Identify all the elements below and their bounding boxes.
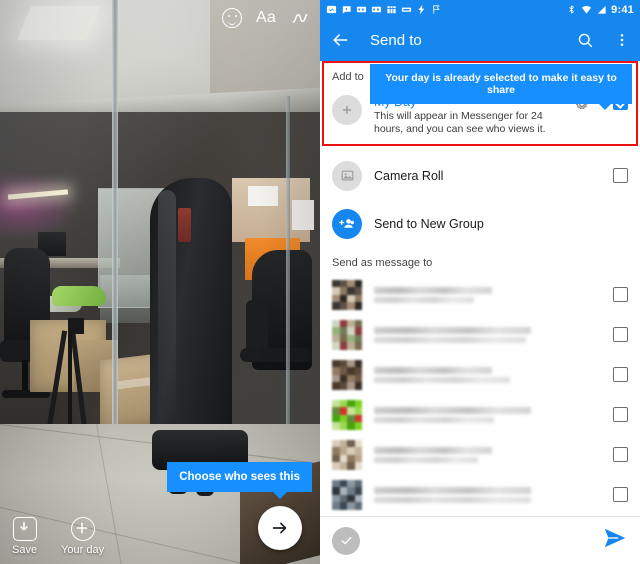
- search-icon[interactable]: [576, 31, 594, 49]
- my-day-subtitle: This will appear in Messenger for 24 hou…: [374, 110, 546, 136]
- your-day-label: Your day: [61, 544, 105, 556]
- camera-roll-checkbox[interactable]: [613, 168, 628, 184]
- contact-row[interactable]: [320, 475, 640, 515]
- camera-roll-title: Camera Roll: [374, 168, 444, 183]
- contact-checkbox[interactable]: [613, 327, 628, 343]
- battery-saver-icon: [401, 7, 412, 12]
- list-item-new-group[interactable]: Send to New Group: [320, 203, 640, 245]
- contact-name-blurred: [374, 364, 601, 386]
- back-arrow-icon[interactable]: [330, 30, 350, 50]
- avatar: [332, 479, 362, 510]
- page-title: Send to: [370, 31, 422, 49]
- sms-icon: [356, 6, 367, 13]
- done-button[interactable]: [332, 526, 360, 555]
- contact-row[interactable]: [320, 355, 640, 395]
- contact-name-blurred: [374, 404, 601, 426]
- your-day-callout: Your day is already selected to make it …: [370, 64, 632, 110]
- avatar: [332, 319, 362, 350]
- send-icon: [604, 528, 626, 548]
- sms-icon: [371, 6, 382, 13]
- flag-icon: [433, 5, 440, 14]
- avatar: [332, 399, 362, 430]
- contact-name-blurred: [374, 324, 601, 346]
- bottom-action-bar: [320, 516, 640, 564]
- avatar: [332, 439, 362, 470]
- photo-editor-preview: Aa Save Your day Choose who sees this: [0, 0, 320, 564]
- clock: 9:41: [611, 3, 634, 16]
- list-item-camera-roll[interactable]: Camera Roll: [320, 155, 640, 197]
- sticker-icon[interactable]: [222, 8, 243, 28]
- contact-checkbox[interactable]: [613, 447, 628, 463]
- calendar-icon: [387, 6, 396, 14]
- contact-list: [320, 275, 640, 555]
- contact-checkbox[interactable]: [613, 407, 628, 423]
- plus-circle-icon: [70, 517, 95, 541]
- check-icon: [340, 537, 352, 545]
- contact-name-blurred: [374, 444, 601, 466]
- app-bar: Send to: [320, 19, 640, 61]
- doodle-icon[interactable]: [290, 8, 310, 28]
- contact-row[interactable]: [320, 315, 640, 355]
- avatar: [332, 279, 362, 310]
- messenger-icon: [326, 5, 337, 14]
- add-people-icon: [332, 208, 362, 239]
- arrow-right-icon: [272, 522, 287, 534]
- save-label: Save: [12, 544, 38, 556]
- contact-checkbox[interactable]: [613, 367, 628, 383]
- bluetooth-icon: [569, 5, 574, 14]
- photo-bottom-actions: Save Your day: [12, 517, 104, 556]
- avatar: [332, 359, 362, 390]
- choose-who-sees-tooltip: Choose who sees this: [167, 462, 312, 499]
- photo-edit-toolbar: Aa: [222, 8, 310, 28]
- messenger-send-to-screen: 9:41 Send to Add to Your day is already …: [320, 0, 640, 564]
- overflow-menu-icon[interactable]: [614, 31, 630, 49]
- contact-row[interactable]: [320, 275, 640, 315]
- new-group-title: Send to New Group: [374, 216, 484, 231]
- flash-icon: [418, 4, 425, 15]
- screenshot-root: Aa Save Your day Choose who sees this 9:…: [0, 0, 640, 564]
- signal-icon: [598, 5, 606, 14]
- contact-row[interactable]: [320, 435, 640, 475]
- chat-icon: [342, 6, 351, 14]
- photo-icon: [332, 160, 362, 191]
- contact-row[interactable]: [320, 395, 640, 435]
- text-icon[interactable]: Aa: [256, 10, 276, 26]
- wifi-icon: [582, 5, 592, 14]
- plus-icon: [332, 95, 362, 125]
- send-button[interactable]: [602, 525, 628, 556]
- send-as-message-label: Send as message to: [332, 256, 433, 269]
- contact-checkbox[interactable]: [613, 487, 628, 503]
- recipient-list: Add to Your day is already selected to m…: [320, 61, 640, 564]
- contact-checkbox[interactable]: [613, 287, 628, 303]
- save-button[interactable]: Save: [12, 517, 37, 556]
- status-bar: 9:41: [320, 0, 640, 19]
- next-button[interactable]: [258, 506, 302, 550]
- download-icon: [12, 517, 37, 541]
- contact-name-blurred: [374, 484, 601, 506]
- contact-name-blurred: [374, 284, 601, 306]
- your-day-button[interactable]: Your day: [61, 517, 104, 556]
